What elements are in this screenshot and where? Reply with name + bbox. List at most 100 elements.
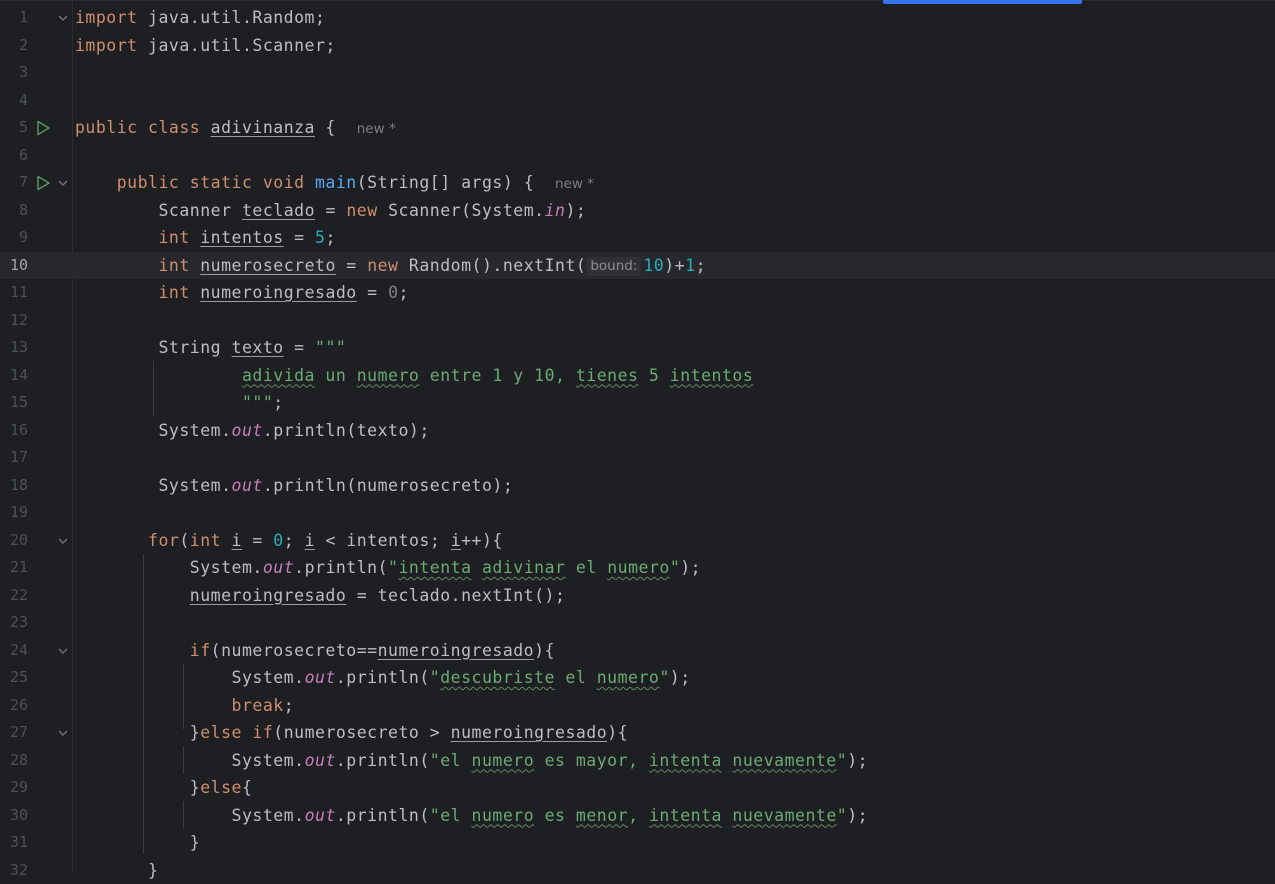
string-word: 5 [638,366,669,385]
string-word [722,751,732,770]
variable: i [305,531,315,550]
code-text: System. [190,558,263,577]
string-word: un [315,366,357,385]
code-line[interactable]: 28 System.out.println("el numero es mayo… [0,747,1275,775]
code-line[interactable]: 29 }else{ [0,774,1275,802]
code-line[interactable]: 14 adivida un numero entre 1 y 10, tiene… [0,362,1275,390]
code-line[interactable]: 18 System.out.println(numerosecreto); [0,472,1275,500]
editor-top-border [0,0,1275,1]
line-number: 2 [0,32,28,60]
code-text: = [315,201,346,220]
line-number: 31 [0,829,28,857]
code-line[interactable]: 7 public static void main(String[] args)… [0,169,1275,197]
code-line[interactable]: 15 """; [0,389,1275,417]
code-line[interactable]: 23 [0,609,1275,637]
code-line[interactable]: 32 } [0,857,1275,884]
code-line[interactable]: 11 int numeroingresado = 0; [0,279,1275,307]
string-word: nuevamente [732,751,836,770]
code-text: = [336,256,367,275]
code-line[interactable]: 13 String texto = """ [0,334,1275,362]
code-text: ; [273,393,283,412]
code-line[interactable]: 4 [0,87,1275,115]
line-number: 30 [0,802,28,830]
code-text: .println(texto); [263,421,430,440]
line-number: 25 [0,664,28,692]
code-text: (String[] args) { [357,173,534,192]
code-line[interactable]: 3 [0,59,1275,87]
code-line[interactable]: 19 [0,499,1275,527]
code-line[interactable]: 9 int intentos = 5; [0,224,1275,252]
fold-chevron-icon[interactable] [57,13,69,23]
code-text: System. [232,751,305,770]
code-text: ; [284,696,294,715]
string-word [472,558,482,577]
keyword: if [252,723,273,742]
code-text: .println( [336,668,430,687]
run-icon[interactable] [35,175,51,191]
code-text: ){ [534,641,555,660]
line-number: 11 [0,279,28,307]
keyword: for [148,531,179,550]
parameter-hint: bound: [586,257,641,276]
string-word: entre 1 y 10, [419,366,576,385]
string-quote: " [430,751,440,770]
code-line[interactable]: 1 import java.util.Random; [0,4,1275,32]
variable: i [451,531,461,550]
code-line[interactable]: 16 System.out.println(texto); [0,417,1275,445]
string-word: el [565,558,607,577]
code-text: (numerosecreto > [273,723,450,742]
variable: i [232,531,242,550]
fold-chevron-icon[interactable] [57,536,69,546]
code-text: } [190,778,200,797]
code-text: System. [232,806,305,825]
static-field: out [263,558,294,577]
code-line[interactable]: 22 numeroingresado = teclado.nextInt(); [0,582,1275,610]
code-text: } [190,833,200,852]
code-line[interactable]: 6 [0,142,1275,170]
string-quote: " [388,558,398,577]
variable: numeroingresado [378,641,535,660]
string-word: intenta [649,806,722,825]
string-quote: " [837,806,847,825]
code-line[interactable]: 2 import java.util.Scanner; [0,32,1275,60]
code-line[interactable]: 30 System.out.println("el numero es meno… [0,802,1275,830]
string-word [722,806,732,825]
text-block-delimiter: """ [242,393,273,412]
string-word: numero [357,366,420,385]
fold-chevron-icon[interactable] [57,646,69,656]
keyword: new [346,201,377,220]
code-text: { [242,778,252,797]
variable: numeroingresado [190,586,347,605]
line-number: 19 [0,499,28,527]
code-text: ); [847,751,868,770]
code-line[interactable]: 21 System.out.println("intenta adivinar … [0,554,1275,582]
code-line[interactable]: 5 public class adivinanza { new * [0,114,1275,142]
code-line[interactable]: 20 for(int i = 0; i < intentos; i++){ [0,527,1275,555]
current-code-line[interactable]: 10 int numerosecreto = new Random().next… [0,252,1275,280]
code-line[interactable]: 25 System.out.println("descubriste el nu… [0,664,1275,692]
line-number: 3 [0,59,28,87]
code-line[interactable]: 26 break; [0,692,1275,720]
code-line[interactable]: 8 Scanner teclado = new Scanner(System.i… [0,197,1275,225]
code-line[interactable]: 12 [0,307,1275,335]
run-icon[interactable] [35,120,51,136]
static-field: out [305,806,336,825]
code-editor[interactable]: 1 import java.util.Random; 2 import java… [0,4,1275,884]
code-text: .println( [336,806,430,825]
variable: numeroingresado [200,283,357,302]
keyword: int [190,531,221,550]
fold-chevron-icon[interactable] [57,178,69,188]
string-word: el [555,668,597,687]
code-text: ); [847,806,868,825]
variable: teclado [242,201,315,220]
keyword: int [158,228,189,247]
fold-chevron-icon[interactable] [57,728,69,738]
code-text: .println( [336,751,430,770]
code-line[interactable]: 24 if(numerosecreto==numeroingresado){ [0,637,1275,665]
code-line[interactable]: 27 }else if(numerosecreto > numeroingres… [0,719,1275,747]
line-number: 27 [0,719,28,747]
code-line[interactable]: 17 [0,444,1275,472]
code-line[interactable]: 31 } [0,829,1275,857]
string-word: , [628,806,649,825]
code-text: = [357,283,388,302]
